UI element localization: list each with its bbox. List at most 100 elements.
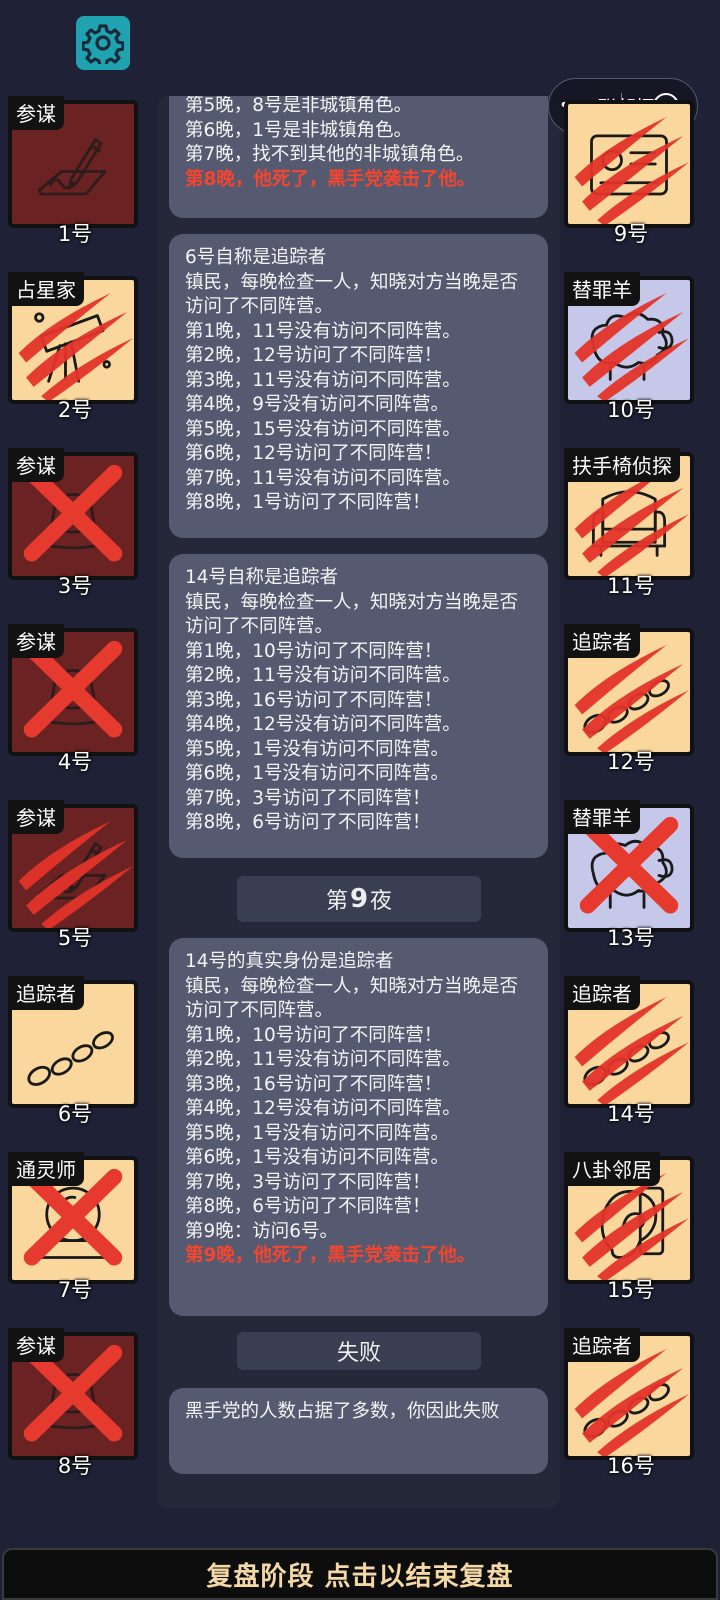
cross-mark-icon <box>579 816 679 914</box>
settings-button[interactable] <box>76 16 130 70</box>
log-line: 镇民，每晚检查一人，知晓对方当晚是否访问了不同阵营。 <box>185 271 519 318</box>
player-card[interactable]: 追踪者 16号 <box>564 1328 698 1478</box>
cross-mark-icon <box>23 1344 123 1442</box>
player-role-label: 参谋 <box>8 800 64 834</box>
night-number: 9 <box>349 884 369 914</box>
log-line: 第6晚，12号访问了不同阵营！ <box>185 443 443 464</box>
log-line: 第1晚，10号访问了不同阵营！ <box>185 1024 443 1046</box>
player-card[interactable]: 扶手椅侦探 11号 <box>564 448 698 598</box>
player-number: 1号 <box>57 222 93 246</box>
claw-mark-icon <box>574 1349 689 1456</box>
claw-mark-icon <box>18 821 133 928</box>
log-line: 第7晚，11号没有访问不同阵营。 <box>185 467 461 489</box>
log-line: 第7晚，3号访问了不同阵营！ <box>185 1171 431 1193</box>
claw-mark-icon <box>574 997 689 1104</box>
claw-mark-icon <box>574 293 689 400</box>
log-line: 第1晚，10号访问了不同阵营！ <box>185 640 443 662</box>
footprints-icon <box>27 1031 114 1086</box>
player-role-label: 追踪者 <box>564 1328 640 1362</box>
log-line: 第2晚，11号没有访问不同阵营。 <box>185 665 461 686</box>
player-role-label: 参谋 <box>8 96 64 130</box>
claw-mark-icon <box>574 645 689 752</box>
player-number: 13号 <box>607 926 655 950</box>
player-card[interactable]: 参谋 1号 <box>8 96 142 246</box>
log-line: 第5晚，1号没有访问不同阵营。 <box>185 1122 450 1144</box>
player-card[interactable]: 9号 <box>564 96 698 246</box>
player-number: 4号 <box>57 750 93 774</box>
player-role-label: 替罪羊 <box>564 800 640 834</box>
log-line: 6号自称是追踪者 <box>185 247 327 268</box>
player-number: 16号 <box>607 1454 655 1478</box>
player-number: 14号 <box>607 1102 655 1126</box>
log-message: 黑手党的人数占据了多数，你因此失败 <box>169 1388 548 1474</box>
death-notice: 第9晚，他死了，黑手党袭击了他。 <box>185 1245 476 1266</box>
player-number: 6号 <box>57 1102 93 1126</box>
player-role-label: 通灵师 <box>8 1152 84 1186</box>
player-card[interactable]: 八卦邻居 15号 <box>564 1152 698 1302</box>
claw-mark-icon <box>18 293 133 400</box>
player-card[interactable]: 替罪羊 13号 <box>564 800 698 950</box>
log-line: 第9晚：访问6号。 <box>185 1220 339 1242</box>
player-number: 3号 <box>57 574 93 598</box>
log-line: 第2晚，12号访问了不同阵营！ <box>185 345 443 366</box>
player-role-label: 追踪者 <box>564 624 640 658</box>
log-line: 镇民，每晚检查一人，知晓对方当晚是否访问了不同阵营。 <box>185 975 519 1022</box>
player-number: 7号 <box>57 1278 93 1302</box>
log-message: 6号自称是追踪者镇民，每晚检查一人，知晓对方当晚是否访问了不同阵营。 第1晚，11… <box>169 234 548 538</box>
log-line: 第4晚，12号没有访问不同阵营。 <box>185 1098 461 1119</box>
log-message: 第5晚，8号是非城镇角色。 第6晚，1号是非城镇角色。第7晚，找不到其他的非城镇角… <box>169 96 548 218</box>
player-card[interactable]: 参谋 5号 <box>8 800 142 950</box>
player-portrait <box>564 100 694 228</box>
player-number: 15号 <box>607 1278 655 1302</box>
player-card[interactable]: 通灵师 7号 <box>8 1152 142 1302</box>
player-card[interactable]: 替罪羊 10号 <box>564 272 698 422</box>
log-line: 第8晚，6号访问了不同阵营！ <box>185 1196 431 1217</box>
log-line: 第1晚，11号没有访问不同阵营。 <box>185 320 461 342</box>
log-line: 第4晚，9号没有访问不同阵营。 <box>185 394 450 415</box>
player-card[interactable]: 参谋 4号 <box>8 624 142 774</box>
player-card[interactable]: 占星家 2号 <box>8 272 142 422</box>
player-card[interactable]: 追踪者 6号 <box>8 976 142 1126</box>
player-number: 5号 <box>57 926 93 950</box>
player-number: 2号 <box>57 398 93 422</box>
log-line: 第6晚，1号是非城镇角色。 <box>185 119 413 141</box>
log-line: 第3晚，16号访问了不同阵营！ <box>185 689 443 711</box>
log-line: 第4晚，12号没有访问不同阵营。 <box>185 714 461 735</box>
game-log[interactable]: 第5晚，8号是非城镇角色。 第6晚，1号是非城镇角色。第7晚，找不到其他的非城镇角… <box>157 96 560 1508</box>
log-line: 第8晚，1号访问了不同阵营！ <box>185 492 431 513</box>
player-role-label: 参谋 <box>8 624 64 658</box>
player-card[interactable]: 参谋 8号 <box>8 1328 142 1478</box>
player-role-label: 占星家 <box>8 272 84 306</box>
claw-mark-icon <box>574 1173 689 1280</box>
player-card[interactable]: 追踪者 12号 <box>564 624 698 774</box>
log-line: 黑手党的人数占据了多数，你因此失败 <box>185 1401 500 1422</box>
log-line: 第5晚，15号没有访问不同阵营。 <box>185 418 461 440</box>
end-review-label: 复盘阶段 点击以结束复盘 <box>206 1561 514 1592</box>
log-line: 第6晚，1号没有访问不同阵营。 <box>185 763 450 784</box>
player-number: 9号 <box>613 222 649 246</box>
log-line: 第6晚，1号没有访问不同阵营。 <box>185 1147 450 1168</box>
log-line: 第5晚，8号是非城镇角色。 <box>185 96 413 116</box>
log-message: 14号自称是追踪者 镇民，每晚检查一人，知晓对方当晚是否访问了不同阵营。 第1晚，1… <box>169 554 548 858</box>
log-message: 14号的真实身份是追踪者镇民，每晚检查一人，知晓对方当晚是否访问了不同阵营。 第1… <box>169 938 548 1316</box>
log-line: 14号自称是追踪者 <box>185 567 339 588</box>
log-line: 第2晚，11号没有访问不同阵营。 <box>185 1049 461 1070</box>
player-role-label: 替罪羊 <box>564 272 640 306</box>
player-role-label: 追踪者 <box>8 976 84 1010</box>
night-suffix: 夜 <box>370 889 393 914</box>
claw-mark-icon <box>574 117 689 224</box>
player-card[interactable]: 参谋 3号 <box>8 448 142 598</box>
log-line: 第3晚，11号没有访问不同阵营。 <box>185 369 461 391</box>
result-label: 失败 <box>336 1341 381 1366</box>
player-number: 11号 <box>607 574 655 598</box>
death-notice: 第8晚，他死了，黑手党袭击了他。 <box>185 168 476 190</box>
log-line: 第8晚，6号访问了不同阵营！ <box>185 812 431 833</box>
player-number: 10号 <box>607 398 655 422</box>
log-line: 14号的真实身份是追踪者 <box>185 951 394 972</box>
player-card[interactable]: 追踪者 14号 <box>564 976 698 1126</box>
end-review-button[interactable]: 复盘阶段 点击以结束复盘 <box>2 1548 718 1600</box>
log-line: 第3晚，16号访问了不同阵营！ <box>185 1073 443 1095</box>
cross-mark-icon <box>23 464 123 562</box>
log-line: 第7晚，找不到其他的非城镇角色。 <box>185 144 475 165</box>
cross-mark-icon <box>23 640 123 738</box>
